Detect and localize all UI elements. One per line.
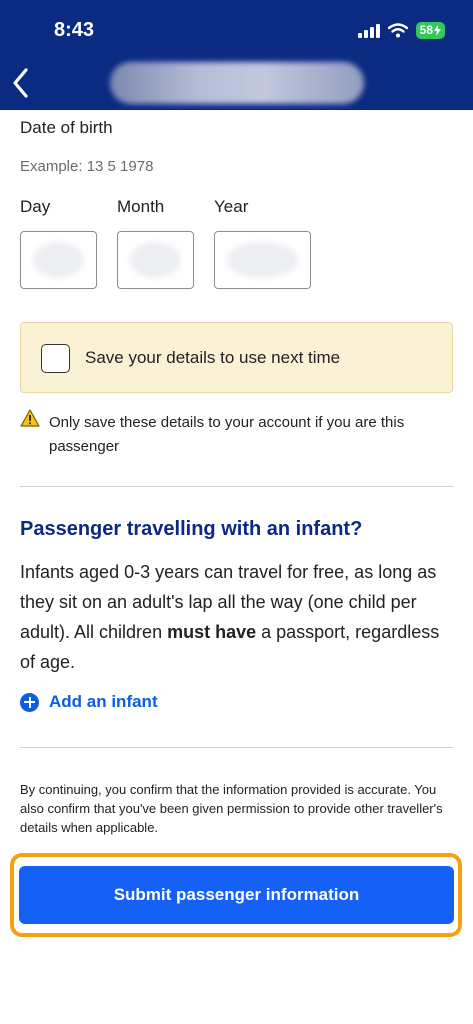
add-infant-label[interactable]: Add an infant — [49, 692, 158, 712]
app-header: 8:43 58 — [0, 0, 473, 110]
divider-bottom — [20, 747, 453, 748]
day-value-redacted — [33, 242, 84, 278]
wifi-icon — [387, 23, 408, 38]
day-input[interactable] — [20, 231, 97, 289]
disclaimer-text: By continuing, you confirm that the info… — [20, 782, 443, 835]
save-details-box[interactable]: Save your details to use next time — [20, 322, 453, 393]
plus-circle-icon — [20, 692, 39, 712]
year-input[interactable] — [214, 231, 311, 289]
divider-top — [20, 486, 453, 487]
status-time: 8:43 — [54, 19, 95, 41]
month-input[interactable] — [117, 231, 194, 289]
year-value-redacted — [227, 242, 298, 278]
infant-section-body: Infants aged 0-3 years can travel for fr… — [20, 557, 450, 677]
status-icons: 58 — [357, 22, 445, 39]
day-label: Day — [20, 197, 51, 216]
month-label: Month — [117, 197, 165, 216]
warning-icon — [20, 409, 40, 427]
submit-passenger-button[interactable]: Submit passenger information — [19, 866, 454, 924]
add-infant-button[interactable]: Add an infant — [20, 692, 158, 712]
save-details-checkbox[interactable] — [41, 344, 70, 373]
dob-example: Example: 13 5 1978 — [20, 158, 154, 175]
month-value-redacted — [130, 242, 181, 278]
header-title-redacted — [110, 62, 364, 104]
dob-label: Date of birth — [20, 118, 113, 137]
battery-indicator: 58 — [415, 22, 445, 39]
save-details-label[interactable]: Save your details to use next time — [85, 348, 340, 368]
year-label: Year — [214, 197, 249, 216]
save-warning-text: Only save these details to your account … — [49, 414, 405, 455]
back-chevron-icon[interactable] — [10, 66, 30, 100]
infant-body-bold: must have — [167, 622, 257, 642]
signal-icon — [357, 23, 380, 38]
infant-section-title: Passenger travelling with an infant? — [20, 518, 363, 540]
charging-bolt-icon — [434, 25, 441, 36]
battery-level: 58 — [419, 23, 433, 37]
